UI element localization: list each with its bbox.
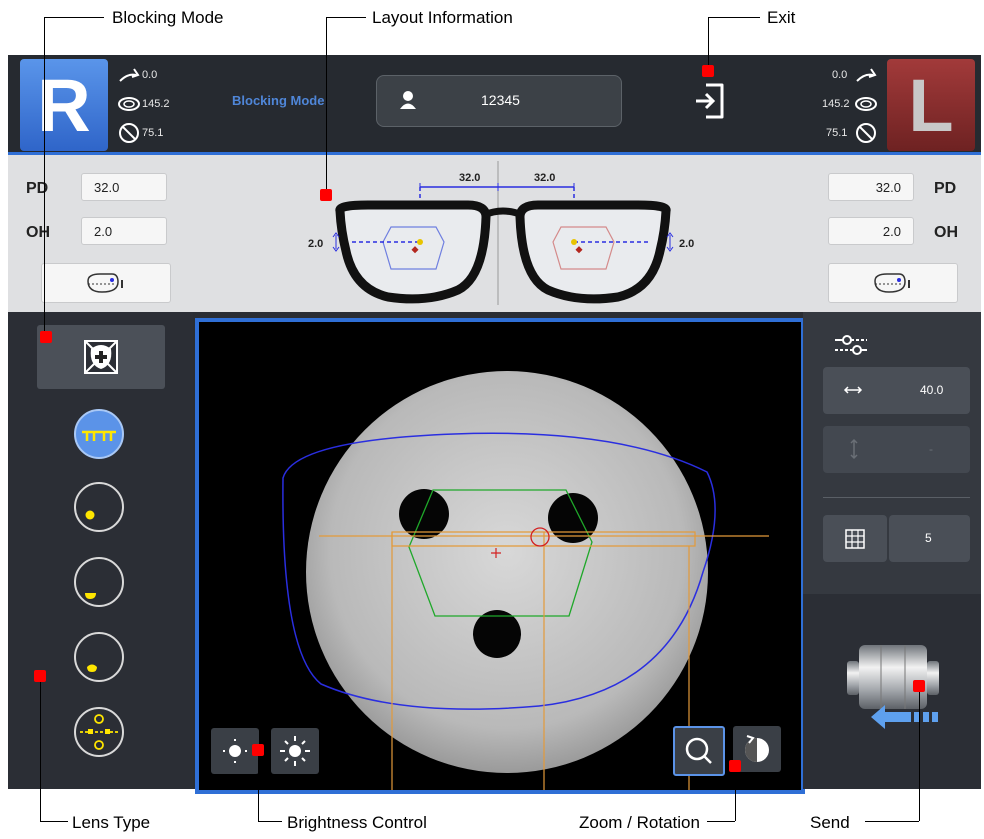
vertical-size-value: -: [929, 442, 933, 456]
callout-zoom-rotation: Zoom / Rotation: [579, 813, 700, 832]
zoom-button[interactable]: [673, 726, 725, 776]
mode-label: Blocking Mode: [232, 93, 325, 108]
right-oh-field[interactable]: 2.0: [81, 217, 167, 245]
lens-shape-icon: [87, 273, 123, 293]
horizontal-size-value: 40.0: [920, 383, 944, 397]
callout-marker: [320, 189, 332, 201]
right-prism-value: 75.1: [142, 127, 164, 139]
callout-line: [40, 676, 41, 821]
callout-marker: [252, 744, 264, 756]
diagram-left-pd: 32.0: [534, 172, 556, 184]
callout-line: [735, 766, 736, 821]
right-eye-tab[interactable]: R: [20, 59, 108, 151]
send-button[interactable]: [841, 635, 945, 735]
callout-marker: [40, 331, 52, 343]
callout-marker: [702, 65, 714, 77]
vertical-arrow-icon: [850, 438, 858, 460]
left-oh-label: OH: [934, 224, 958, 241]
device-screen: R L 0.0 145.2 75.1 Blocking Mode 12345 0…: [8, 55, 981, 794]
lens-dot-icon: [85, 510, 95, 520]
lens-type-progressive[interactable]: [74, 632, 124, 682]
lens-half-icon: [85, 593, 96, 599]
callout-line: [40, 821, 68, 822]
left-eye-tab[interactable]: L: [887, 59, 975, 151]
left-pd-field[interactable]: 32.0: [828, 173, 914, 201]
lens-type-flat-top[interactable]: [74, 409, 124, 459]
callout-line: [258, 750, 259, 821]
callout-line: [326, 17, 327, 195]
lens-type-panel: [8, 312, 193, 789]
callout-lens-type: Lens Type: [72, 813, 151, 832]
exit-icon: [696, 83, 724, 119]
magnifier-icon: [685, 737, 712, 764]
right-axis-icons: [118, 68, 140, 143]
callout-line: [919, 686, 920, 821]
right-axis-value: 145.2: [142, 98, 170, 110]
grid-toggle-button[interactable]: [823, 515, 887, 562]
right-oh-label: OH: [26, 224, 50, 241]
grid-icon: [845, 529, 865, 549]
left-cylinder-value: 0.0: [832, 69, 848, 81]
diagram-right-pd: 32.0: [459, 172, 481, 184]
diagram-left-oh: 2.0: [679, 238, 695, 250]
horizontal-size-field[interactable]: 40.0: [823, 367, 970, 414]
flat-top-icon: [82, 430, 116, 441]
brightness-increase-button[interactable]: [271, 728, 319, 774]
callout-line: [708, 17, 709, 71]
callout-send: Send: [810, 813, 850, 832]
lens-points-icon: [80, 714, 118, 750]
lens-camera-view[interactable]: [195, 318, 805, 794]
layout-diagram: [332, 161, 674, 305]
callout-blocking-mode: Blocking Mode: [112, 8, 224, 27]
send-icon: [847, 645, 939, 729]
left-lens-shape-button[interactable]: [828, 263, 958, 303]
brightness-high-icon: [280, 736, 310, 766]
callout-marker: [729, 760, 741, 772]
callout-exit: Exit: [767, 8, 796, 27]
callout-line: [707, 821, 735, 822]
lens-image: [282, 371, 769, 790]
callout-line: [865, 821, 919, 822]
callout-brightness-control: Brightness Control: [287, 813, 427, 832]
lens-type-single-vision[interactable]: [74, 482, 124, 532]
divider: [823, 497, 970, 498]
adjust-icon: [835, 335, 867, 355]
callout-marker: [34, 670, 46, 682]
right-pd-field[interactable]: 32.0: [81, 173, 167, 201]
left-prism-value: 75.1: [826, 127, 848, 139]
right-lens-shape-button[interactable]: [41, 263, 171, 303]
top-bar: R L 0.0 145.2 75.1 Blocking Mode 12345 0…: [8, 55, 981, 155]
patient-id-value: 12345: [481, 92, 520, 108]
adjust-panel: 40.0 - 5: [803, 312, 981, 789]
layout-information-panel: PD 32.0 OH 2.0 32.0 32.0 2.0 2.0 32.0 PD…: [8, 155, 981, 312]
lens-type-multi-point[interactable]: [74, 707, 124, 757]
callout-line: [44, 17, 45, 337]
grid-size-value: 5: [925, 531, 932, 545]
callout-line: [258, 821, 282, 822]
horizontal-arrow-icon: [843, 386, 863, 394]
diagram-right-oh: 2.0: [308, 238, 324, 250]
callout-line: [44, 17, 104, 18]
patient-id-field[interactable]: 12345: [376, 75, 622, 127]
grid-size-field[interactable]: 5: [889, 515, 970, 562]
lens-type-bifocal[interactable]: [74, 557, 124, 607]
vertical-size-field: -: [823, 426, 970, 473]
callout-layout-information: Layout Information: [372, 8, 513, 27]
exit-button[interactable]: [690, 77, 730, 125]
blocking-mode-icon: [84, 340, 118, 374]
callout-line: [326, 17, 366, 18]
callout-line: [708, 17, 760, 18]
right-cylinder-value: 0.0: [142, 69, 158, 81]
lens-shape-icon: [874, 273, 910, 293]
left-pd-label: PD: [934, 180, 957, 197]
left-axis-icons: [855, 68, 877, 143]
blocking-mode-button[interactable]: [37, 325, 165, 389]
left-axis-value: 145.2: [822, 98, 850, 110]
callout-marker: [913, 680, 925, 692]
left-oh-field[interactable]: 2.0: [828, 217, 914, 245]
lens-segment-icon: [87, 664, 97, 672]
user-icon: [400, 91, 416, 109]
